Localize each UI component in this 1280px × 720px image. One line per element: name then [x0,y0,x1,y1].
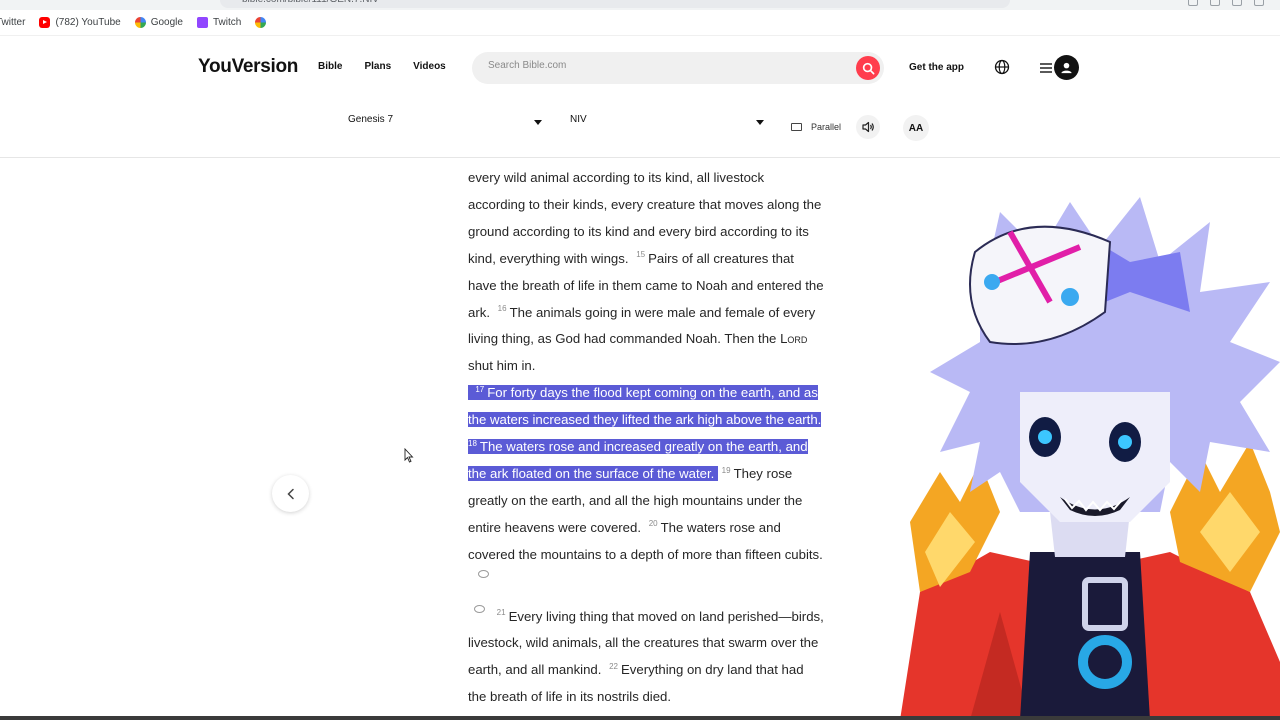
chapter-text: every wild animal according to its kind,… [468,165,824,711]
verse-number: 22 [609,661,618,671]
speaker-icon [862,121,874,133]
parallel-icon [791,123,802,131]
twitch-icon [196,17,208,28]
nav-bible[interactable]: Bible [318,61,342,72]
bookmark-label: Twitter [0,17,26,28]
verse-number: 15 [636,250,646,260]
bookmark-twitter[interactable]: Twitter [0,17,25,28]
parallel-toggle[interactable]: Parallel [791,122,841,132]
bookmark-youtube[interactable]: (782) YouTube [39,17,121,28]
parallel-label: Parallel [811,122,842,132]
site-header: YouVersion Bible Plans Videos Get the ap… [0,36,1280,100]
nav-videos[interactable]: Videos [413,61,446,72]
bookmark-label: Twitch [212,17,242,28]
previous-chapter-button[interactable] [272,475,309,512]
verse-16-part-a: The animals going in were male and femal… [468,304,816,347]
address-bar[interactable]: bible.com/bible/111/GEN.7.NIV [220,0,1010,8]
lord-smallcaps: Lord [780,331,808,347]
youtube-icon [39,17,51,28]
chevron-down-icon [534,120,542,125]
mouse-cursor-icon [404,448,414,463]
search-button[interactable] [856,56,880,80]
verse-16-part-b: shut him in. [468,358,536,374]
verse-17-text: For forty days the flood kept coming on … [468,385,822,428]
user-avatar[interactable] [1054,55,1079,80]
book-chapter-value: Genesis 7 [348,114,394,125]
verse-number: 19 [721,465,731,475]
font-size-button[interactable]: AA [903,115,929,141]
chevron-down-icon [756,120,764,125]
bookmark-google[interactable]: Google [134,17,183,28]
google-icon [255,17,267,28]
hamburger-icon [1040,63,1052,73]
nav-plans[interactable]: Plans [364,61,391,72]
chevron-left-icon [286,488,294,499]
verse-number: 17 [475,384,485,394]
book-chapter-select[interactable]: Genesis 7 [348,114,542,136]
note-icon[interactable] [478,569,489,578]
bookmark-label: Google [150,17,183,28]
language-button[interactable] [994,59,1010,80]
search-input[interactable] [488,60,828,71]
search-bar [472,52,884,84]
search-icon [862,62,874,74]
vtuber-avatar-image [900,197,1280,720]
note-icon[interactable] [474,604,485,613]
user-icon [1061,62,1072,74]
browser-window-controls[interactable] [1188,0,1264,6]
bookmarks-bar: Twitter (782) YouTube Google Twitch [0,10,1280,36]
version-select[interactable]: NIV [570,114,764,136]
reader-toolbar: Genesis 7 NIV Parallel AA [0,100,1280,158]
bookmark-google-2[interactable] [255,17,267,28]
youversion-logo[interactable]: YouVersion [198,56,298,78]
verse-number: 21 [496,608,506,618]
verse-number: 18 [468,438,477,448]
verse-number: 20 [648,519,658,529]
version-value: NIV [570,114,587,125]
verse-number: 16 [497,304,507,314]
bookmark-twitch[interactable]: Twitch [196,17,242,28]
bookmark-label: (782) YouTube [55,17,121,28]
audio-button[interactable] [856,115,880,139]
taskbar-edge [0,716,1280,720]
main-nav: Bible Plans Videos [318,61,446,72]
get-the-app-link[interactable]: Get the app [909,62,964,73]
google-icon [134,17,146,28]
globe-icon [994,59,1010,75]
menu-button[interactable] [1040,61,1052,79]
browser-tabbar: bible.com/bible/111/GEN.7.NIV [0,0,1280,10]
verse-16-text[interactable]: The animals going in were male and femal… [468,305,815,374]
